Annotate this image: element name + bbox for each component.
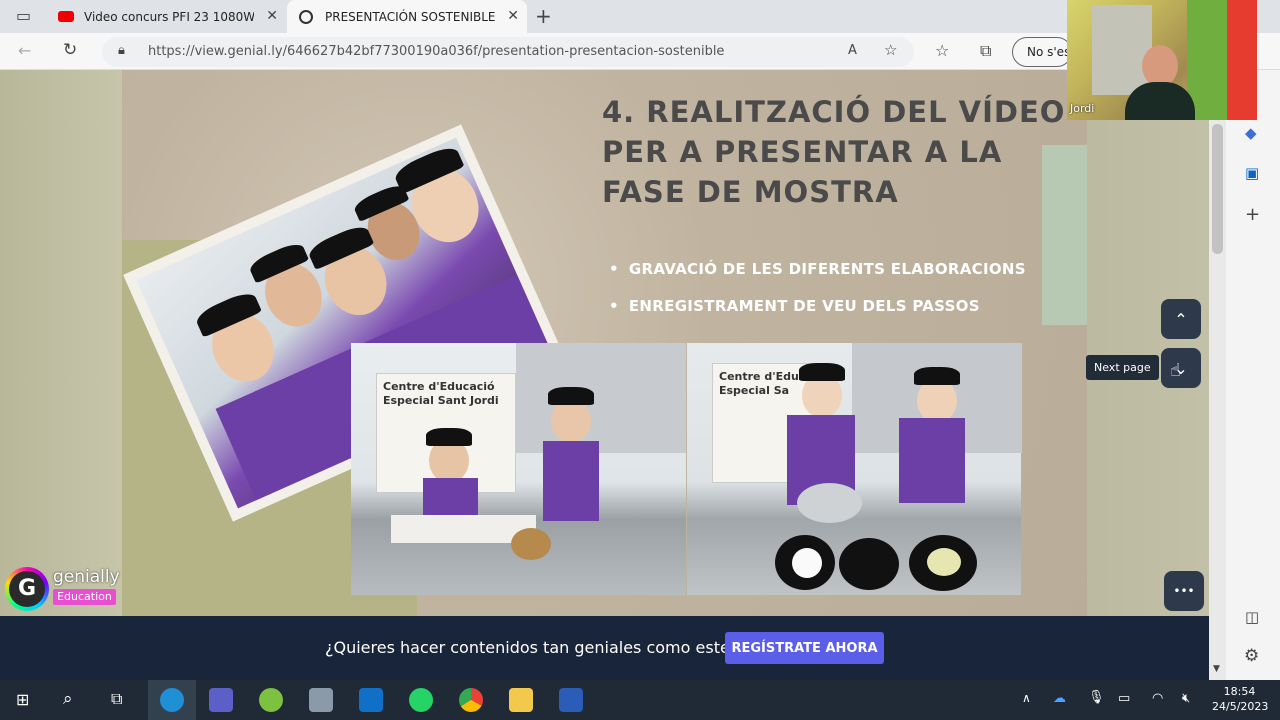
collections-icon[interactable]: ⧉ (980, 43, 991, 59)
chrome-icon[interactable] (459, 688, 483, 712)
outlook-taskbar-icon[interactable] (359, 688, 383, 712)
youtube-icon (58, 11, 74, 22)
scrollbar-thumb[interactable] (1212, 124, 1223, 254)
microphone-icon[interactable]: 🎙︎ (1088, 691, 1105, 704)
clock-time: 18:54 (1223, 685, 1256, 698)
wifi-icon[interactable]: ◠ (1152, 692, 1163, 705)
tab-presentation[interactable]: PRESENTACIÓN SOSTENIBLE ✕ (287, 0, 527, 33)
chevron-up-icon: ⌃ (1174, 309, 1188, 329)
add-sidebar-icon[interactable]: + (1245, 206, 1260, 224)
tab-actions-icon[interactable]: ▭ (16, 8, 31, 24)
tab-video[interactable]: Video concurs PFI 23 1080WebSh ✕ (50, 0, 286, 33)
slide: 4. REALITZACIÓ DEL VÍDEO PER A PRESENTAR… (122, 70, 1087, 616)
hide-sidebar-icon[interactable]: ◫ (1245, 610, 1259, 625)
add-favorite-icon[interactable]: ☆ (884, 43, 897, 58)
more-options-button[interactable]: ••• (1164, 571, 1204, 611)
bullet-2: ENREGISTRAMENT DE VEU DELS PASSOS (609, 297, 980, 315)
outlook-icon[interactable]: ▣ (1245, 166, 1259, 181)
lock-icon[interactable]: 🔒︎ (118, 44, 125, 57)
onedrive-icon[interactable]: ☁ (1053, 692, 1066, 705)
favorites-icon[interactable]: ☆ (935, 43, 949, 59)
scroll-down-icon[interactable]: ▼ (1213, 665, 1220, 674)
taskbar: ⊞ ⌕ ⧉ ∧ ☁ 🎙︎ ▭ ◠ 🔇︎ 18:54 24/5/2023 (0, 680, 1280, 720)
brand-name: genially (53, 567, 120, 587)
education-badge: Education (53, 589, 116, 605)
url-text: https://view.genial.ly/646627b42bf773001… (148, 44, 725, 59)
next-page-button[interactable]: ⌄ (1161, 348, 1201, 388)
webcam-name: Jordi (1070, 102, 1095, 115)
webcam-overlay: Jordi (1067, 0, 1257, 120)
clock-date: 24/5/2023 (1212, 700, 1269, 713)
slide-title: 4. REALITZACIÓ DEL VÍDEO PER A PRESENTAR… (602, 95, 1066, 209)
clipchamp-icon[interactable] (259, 688, 283, 712)
new-tab-icon[interactable]: + (535, 6, 552, 26)
scrollbar[interactable]: ▼ (1209, 120, 1226, 680)
windows-start-icon[interactable]: ⊞ (16, 692, 29, 708)
promo-footer: ¿Quieres hacer contenidos tan geniales c… (0, 616, 1209, 680)
hand-cursor-icon: ☝ (1170, 360, 1181, 381)
volume-muted-icon[interactable]: 🔇︎ (1182, 692, 1190, 705)
more-icon: ••• (1173, 584, 1195, 598)
genially-logo-icon: G (5, 567, 49, 611)
tab-title: Video concurs PFI 23 1080WebSh (84, 9, 254, 24)
register-button[interactable]: REGÍSTRATE AHORA (725, 632, 884, 664)
clock[interactable]: 18:54 24/5/2023 (1212, 684, 1269, 714)
close-tab-icon[interactable]: ✕ (266, 8, 278, 24)
bullet-1: GRAVACIÓ DE LES DIFERENTS ELABORACIONS (609, 260, 1026, 278)
url-field[interactable]: 🔒︎ https://view.genial.ly/646627b42bf773… (102, 37, 914, 67)
back-icon[interactable]: ← (18, 43, 31, 59)
file-explorer-icon[interactable] (509, 688, 533, 712)
genially-favicon-icon (299, 9, 313, 24)
previous-page-button[interactable]: ⌃ (1161, 299, 1201, 339)
kitchen-photo-2: Centre d'Edu Especial Sa (687, 343, 1022, 595)
word-icon[interactable] (559, 688, 583, 712)
teams-icon[interactable] (209, 688, 233, 712)
copilot-icon[interactable]: ◆ (1245, 126, 1257, 141)
refresh-icon[interactable]: ↻ (63, 42, 77, 59)
close-tab-icon[interactable]: ✕ (507, 8, 519, 24)
chevron-up-icon[interactable]: ∧ (1022, 692, 1031, 704)
next-page-tooltip: Next page (1086, 355, 1159, 380)
kitchen-photo-1: Centre d'Educació Especial Sant Jordi (351, 343, 686, 595)
tab-title: PRESENTACIÓN SOSTENIBLE (325, 9, 496, 24)
promo-question: ¿Quieres hacer contenidos tan geniales c… (325, 638, 739, 657)
read-aloud-icon[interactable]: A (848, 44, 857, 57)
profile-button[interactable]: No s'est (1012, 37, 1072, 67)
settings-gear-icon[interactable]: ⚙ (1244, 648, 1259, 665)
search-icon[interactable]: ⌕ (63, 691, 73, 708)
battery-icon[interactable]: ▭ (1118, 692, 1130, 705)
calculator-icon[interactable] (309, 688, 333, 712)
genially-logo[interactable]: G genially Education (5, 567, 125, 612)
edge-icon[interactable] (160, 688, 184, 712)
task-view-icon[interactable]: ⧉ (111, 691, 122, 707)
whatsapp-icon[interactable] (409, 688, 433, 712)
